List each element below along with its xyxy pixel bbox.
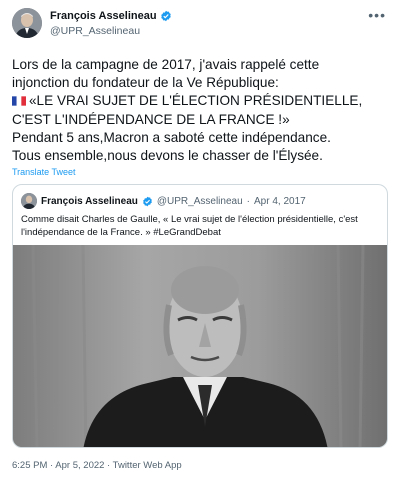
author-handle[interactable]: @UPR_Asselineau: [50, 25, 140, 37]
quoted-author-handle: @UPR_Asselineau: [156, 195, 243, 207]
tweet-text: Lors de la campagne de 2017, j'avais rap…: [12, 56, 392, 165]
quoted-line: Comme disait Charles de Gaulle, « Le vra…: [21, 214, 358, 225]
quoted-tweet-photo[interactable]: [13, 245, 387, 447]
tweet-line: Tous ensemble,nous devons le chasser de …: [12, 148, 323, 164]
tweet-line-with-flag: «LE VRAI SUJET DE L'ÉLECTION PRÉSIDENTIE…: [12, 92, 392, 110]
quoted-tweet[interactable]: François Asselineau @UPR_Asselineau · Ap…: [12, 184, 388, 448]
tweet-line: «LE VRAI SUJET DE L'ÉLECTION PRÉSIDENTIE…: [29, 93, 363, 109]
author-avatar[interactable]: [12, 8, 42, 38]
quoted-separator: ·: [246, 195, 250, 207]
quoted-author-avatar: [21, 193, 37, 209]
france-flag-icon: [12, 96, 26, 107]
tweet: François Asselineau @UPR_Asselineau ••• …: [0, 0, 400, 495]
more-options-icon[interactable]: •••: [368, 8, 386, 22]
quoted-line: l'indépendance de la France. » #LeGrandD…: [21, 227, 221, 238]
verified-badge-icon: [143, 196, 152, 206]
quoted-author-name: François Asselineau: [41, 195, 138, 207]
translate-tweet-link[interactable]: Translate Tweet: [12, 167, 76, 177]
tweet-line: Pendant 5 ans,Macron a saboté cette indé…: [12, 129, 331, 145]
author-name[interactable]: François Asselineau: [50, 10, 157, 22]
tweet-line: C'EST L'INDÉPENDANCE DE LA FRANCE !»: [12, 111, 290, 127]
tweet-line: injonction du fondateur de la Ve Républi…: [12, 75, 279, 91]
author-name-row[interactable]: François Asselineau: [50, 10, 172, 22]
tweet-timestamp-footer[interactable]: 6:25 PM · Apr 5, 2022 · Twitter Web App: [12, 460, 182, 471]
quoted-date: Apr 4, 2017: [253, 195, 306, 207]
tweet-line: Lors de la campagne de 2017, j'avais rap…: [12, 57, 320, 72]
quoted-tweet-text: Comme disait Charles de Gaulle, « Le vra…: [21, 213, 381, 239]
verified-badge-icon: [160, 10, 171, 22]
quoted-tweet-header: François Asselineau @UPR_Asselineau · Ap…: [21, 193, 306, 209]
